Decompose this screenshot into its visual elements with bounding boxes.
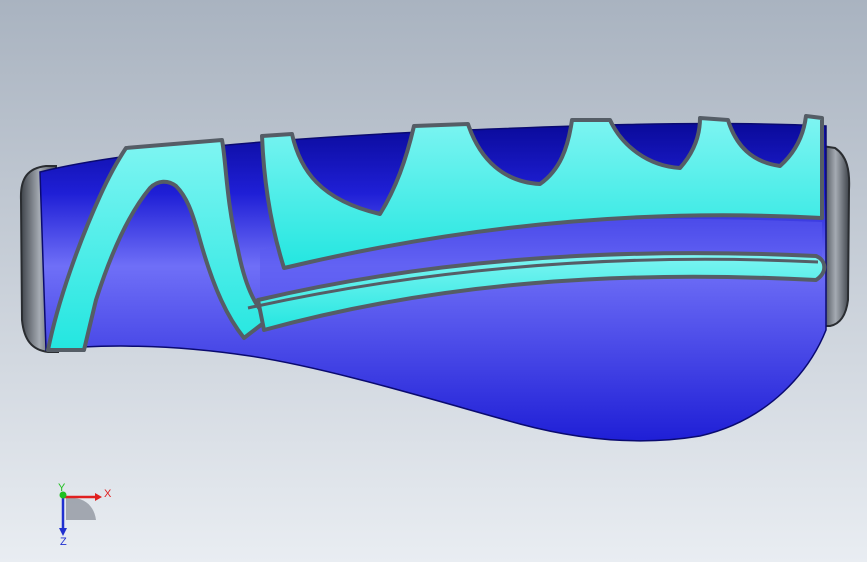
- x-axis-label: X: [104, 488, 112, 500]
- y-axis-label: Y: [58, 482, 66, 494]
- 3d-model-canvas[interactable]: X Y Z: [0, 0, 867, 562]
- z-axis-label: Z: [60, 536, 67, 548]
- graphics-viewport[interactable]: X Y Z: [0, 0, 867, 562]
